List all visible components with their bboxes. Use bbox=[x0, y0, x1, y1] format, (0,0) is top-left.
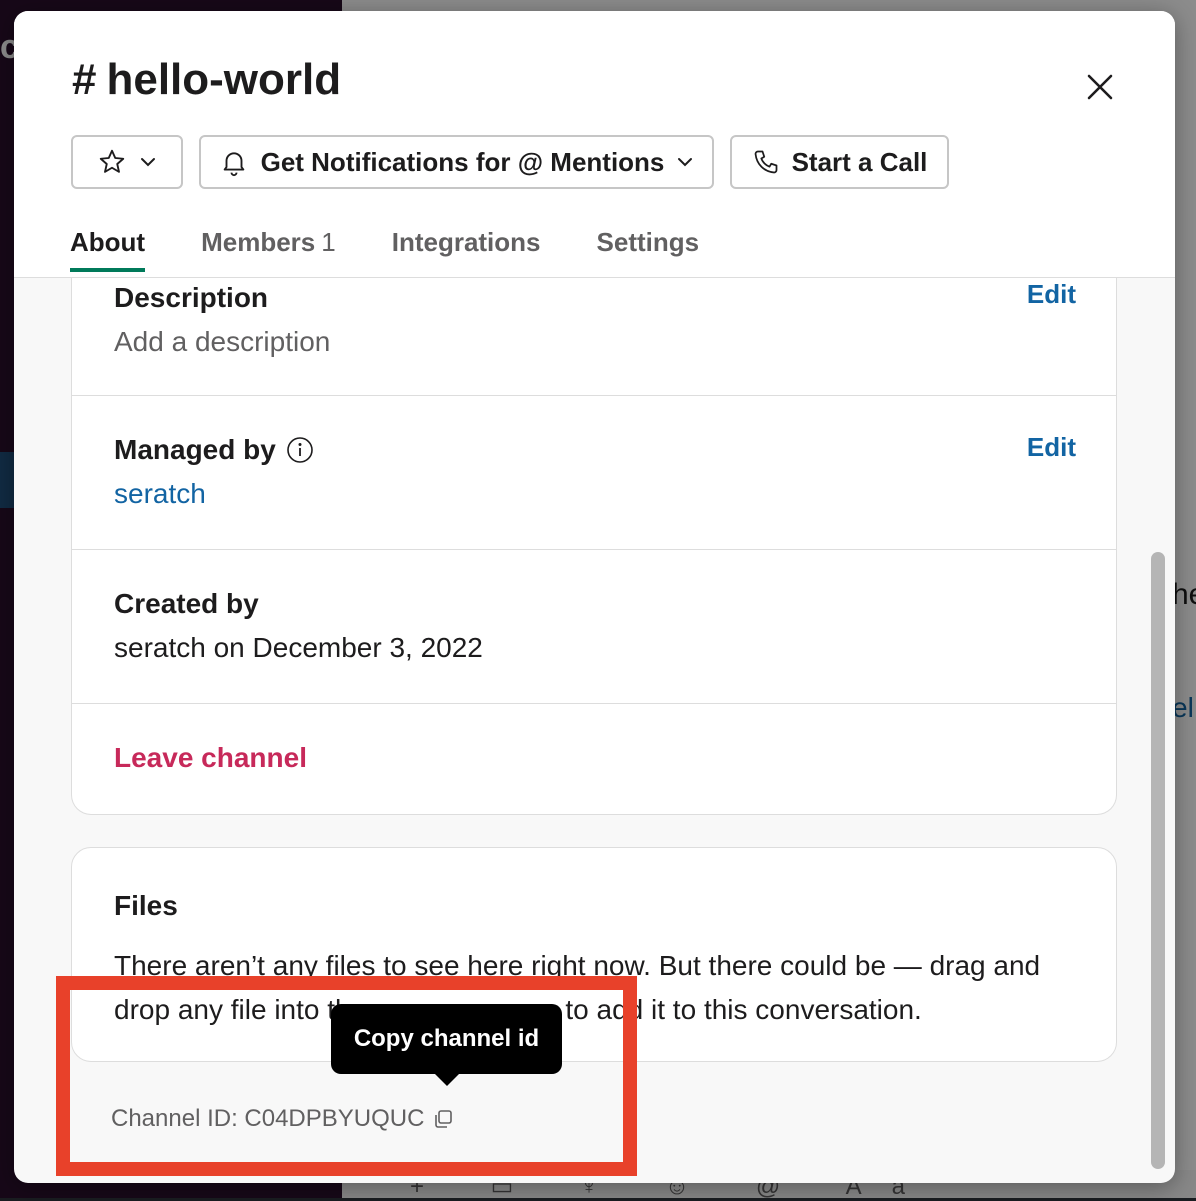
copy-channel-id-tooltip: Copy channel id bbox=[331, 1004, 562, 1086]
managed-by-user-link[interactable]: seratch bbox=[114, 478, 206, 510]
description-label: Description bbox=[114, 282, 269, 313]
managed-by-text: Managed by bbox=[114, 434, 276, 465]
tab-members[interactable]: Members 1 bbox=[201, 227, 336, 272]
managed-by-label: Managed by bbox=[114, 434, 314, 466]
managed-by-section[interactable]: Managed by seratch Edit bbox=[72, 396, 1116, 550]
star-button[interactable] bbox=[71, 135, 183, 189]
tab-settings[interactable]: Settings bbox=[597, 227, 700, 272]
bell-icon bbox=[223, 152, 244, 177]
chevron-down-icon bbox=[678, 158, 693, 167]
copy-channel-id-button[interactable] bbox=[432, 1108, 454, 1130]
close-button[interactable] bbox=[1080, 67, 1120, 107]
about-card: Description Add a description Edit Manag… bbox=[71, 278, 1117, 815]
start-call-button[interactable]: Start a Call bbox=[730, 135, 949, 189]
info-icon[interactable] bbox=[286, 436, 314, 464]
tab-members-label: Members bbox=[201, 227, 316, 257]
channel-details-modal: # hello-world Get Notifications for @ Me… bbox=[14, 11, 1175, 1183]
edit-managers-link[interactable]: Edit bbox=[1027, 432, 1076, 463]
copy-icon bbox=[435, 1110, 453, 1128]
notifications-button[interactable]: Get Notifications for @ Mentions bbox=[199, 135, 714, 189]
description-value: Add a description bbox=[114, 326, 331, 357]
chevron-down-icon bbox=[141, 158, 155, 167]
page-title: # hello-world bbox=[72, 55, 341, 105]
channel-name: hello-world bbox=[106, 55, 342, 104]
notifications-label: Get Notifications for @ Mentions bbox=[260, 146, 665, 177]
tab-integrations[interactable]: Integrations bbox=[392, 227, 541, 272]
channel-hash-icon: # bbox=[72, 55, 97, 104]
tab-bar: About Members 1 Integrations Settings bbox=[70, 227, 699, 272]
channel-id: Channel ID: C04DPBYUQUC bbox=[111, 1105, 454, 1133]
scrollbar-thumb[interactable] bbox=[1151, 552, 1165, 1169]
description-section[interactable]: Description Add a description Edit bbox=[72, 278, 1116, 396]
phone-icon bbox=[754, 150, 777, 174]
leave-channel-link[interactable]: Leave channel bbox=[114, 742, 307, 774]
files-card: Files There aren’t any files to see here… bbox=[71, 847, 1117, 1062]
close-icon bbox=[1087, 74, 1113, 100]
tab-about[interactable]: About bbox=[70, 227, 146, 272]
created-by-label: Created by bbox=[114, 588, 259, 619]
files-empty-text: There aren’t any files to see here right… bbox=[114, 950, 1041, 1025]
files-title: Files bbox=[114, 890, 178, 921]
members-count: 1 bbox=[321, 227, 336, 257]
tab-settings-label: Settings bbox=[596, 227, 700, 257]
tab-about-label: About bbox=[70, 227, 146, 257]
created-by-section: Created by seratch on December 3, 2022 bbox=[72, 550, 1116, 704]
modal-header: # hello-world Get Notifications for @ Me… bbox=[14, 11, 1175, 278]
tab-integrations-label: Integrations bbox=[391, 227, 541, 257]
channel-id-text: Channel ID: C04DPBYUQUC bbox=[111, 1105, 425, 1132]
start-call-label: Start a Call bbox=[791, 146, 928, 177]
edit-description-link[interactable]: Edit bbox=[1027, 279, 1076, 310]
star-icon bbox=[99, 149, 125, 173]
created-by-value: seratch on December 3, 2022 bbox=[114, 632, 483, 663]
